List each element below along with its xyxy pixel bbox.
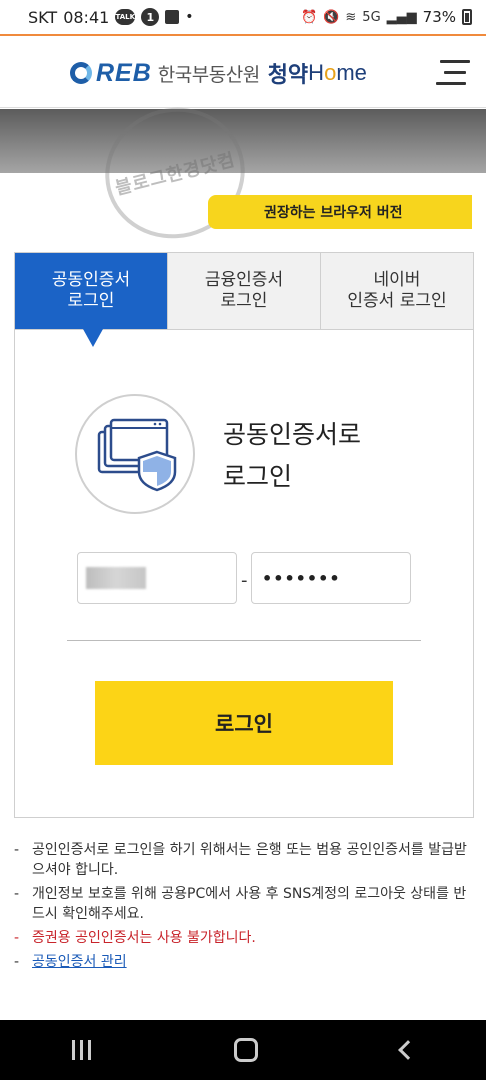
id-input[interactable] — [77, 552, 237, 604]
site-header: REB 한국부동산원 청약 Home — [0, 38, 486, 108]
recommended-browser-label: 권장하는 브라우저 버전 — [264, 205, 403, 221]
puzzle-icon — [165, 10, 180, 24]
tab-naver-certificate[interactable]: 네이버 인증서 로그인 — [321, 253, 473, 329]
battery-percent: 73% — [422, 8, 456, 26]
home-icon[interactable] — [233, 1038, 258, 1062]
certificate-management-link[interactable]: 공동인증서 관리 — [32, 954, 127, 970]
talk-icon: TALK — [115, 9, 136, 25]
battery-icon — [462, 9, 472, 25]
login-title: 공동인증서로 로그인 — [223, 420, 362, 491]
divider — [67, 640, 421, 641]
more-notifications-icon: • — [185, 9, 194, 25]
back-icon[interactable] — [397, 1040, 418, 1060]
login-method-tabs: 공동인증서 로그인 금융인증서 로그인 네이버 인증서 로그인 — [14, 252, 474, 347]
login-panel: 공동인증서로 로그인 - ••••••• 로그인 — [14, 330, 474, 818]
note-warning: 증권용 공인인증서는 사용 불가합니다. — [14, 928, 474, 948]
input-separator: - — [241, 570, 248, 591]
tab-financial-certificate[interactable]: 금융인증서 로그인 — [168, 253, 321, 329]
reb-logo-icon — [70, 62, 92, 84]
tab-joint-certificate[interactable]: 공동인증서 로그인 — [15, 253, 168, 347]
masked-id-value — [86, 567, 146, 589]
logo-cheongyak: 청약 — [267, 63, 309, 88]
recent-apps-icon[interactable] — [71, 1040, 91, 1060]
login-notes: 공인인증서로 로그인을 하기 위해서는 은행 또는 범용 공인인증서를 발급받으… — [14, 840, 474, 976]
login-button[interactable]: 로그인 — [95, 681, 393, 765]
password-input[interactable]: ••••••• — [251, 552, 411, 604]
logo-reb-text: REB — [96, 58, 152, 87]
status-bar: SKT 08:41 TALK 1 • ⏰ 🔇 ≋ 5G ▂▄▆ 73% — [0, 0, 486, 36]
wifi-icon: ≋ — [345, 9, 357, 25]
logo-org-name: 한국부동산원 — [157, 63, 260, 86]
notification-count-badge: 1 — [141, 8, 160, 26]
note-item: 공인인증서로 로그인을 하기 위해서는 은행 또는 범용 공인인증서를 발급받으… — [14, 840, 474, 880]
certificate-shield-icon — [75, 394, 195, 514]
clock: 08:41 — [63, 7, 110, 27]
note-item: 개인정보 보호를 위해 공용PC에서 사용 후 SNS계정의 로그아웃 상태를 … — [14, 884, 474, 924]
signal-icon: ▂▄▆ — [386, 9, 417, 25]
mute-icon: 🔇 — [323, 9, 340, 25]
logo-home: Home — [308, 60, 367, 85]
note-link: 공동인증서 관리 — [14, 952, 474, 972]
alarm-icon: ⏰ — [301, 9, 318, 25]
recommended-browser-button[interactable]: 권장하는 브라우저 버전 — [208, 195, 472, 229]
carrier-label: SKT — [28, 7, 58, 27]
network-type-label: 5G — [362, 9, 381, 25]
site-logo[interactable]: REB 한국부동산원 청약 Home — [70, 58, 367, 88]
menu-icon[interactable] — [436, 60, 470, 86]
system-nav-bar — [0, 1020, 486, 1080]
